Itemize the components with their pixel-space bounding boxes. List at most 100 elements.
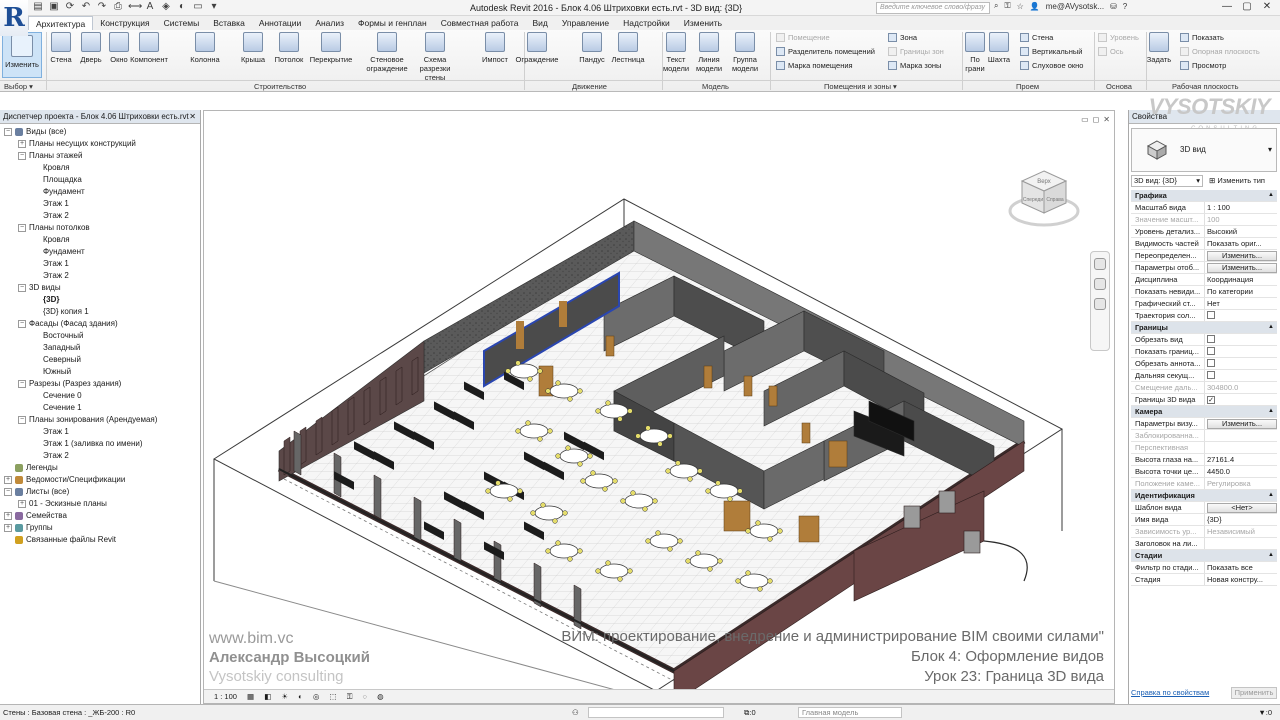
property-checkbox[interactable] [1207,371,1215,379]
tree-node[interactable]: Этаж 1 [0,258,200,270]
collapse-icon[interactable]: − [18,415,26,424]
edit-property-button[interactable]: Изменить... [1207,251,1277,261]
open-icon[interactable]: ▤ [32,1,44,13]
collapse-icon[interactable]: − [4,127,12,136]
tree-node[interactable]: − Планы зонирования (Арендуемая) [0,414,200,426]
tree-node[interactable]: − Планы этажей [0,150,200,162]
rooms_col2-item-1[interactable]: Границы зон [888,47,944,56]
tree-node[interactable]: Этаж 1 (заливка по имени) [0,438,200,450]
ribbon-button-10[interactable]: Импост [472,32,518,64]
ribbon-button-4[interactable]: Колонна [182,32,228,64]
tree-node[interactable]: + Ведомости/Спецификации [0,474,200,486]
tree-node[interactable]: − Разрезы (Разрез здания) [0,378,200,390]
workplane_col-item-2[interactable]: Просмотр [1180,61,1260,70]
expand-icon[interactable]: + [4,475,12,484]
reveal-hidden-icon[interactable]: ◍ [377,692,384,701]
tab-4[interactable]: Аннотации [252,16,309,30]
tree-node[interactable]: Легенды [0,462,200,474]
rooms_col1-item-1[interactable]: Разделитель помещений [776,47,875,56]
collapse-icon[interactable]: − [18,151,26,160]
ribbon-button-6[interactable]: Потолок [266,32,312,64]
collapse-icon[interactable]: ▲ [1268,322,1277,333]
orbit-icon[interactable] [1094,298,1106,310]
print-icon[interactable]: ⎙ [112,1,124,13]
sun-path-icon[interactable]: ☀ [281,692,288,701]
rooms_col2-item-0[interactable]: Зона [888,33,944,42]
property-group[interactable]: Стадии ▲ [1131,550,1277,562]
collapse-icon[interactable]: − [18,223,26,232]
tree-node[interactable]: −3D виды [0,282,200,294]
tree-node[interactable]: +01 - Эскизные планы [0,498,200,510]
ribbon-button-13[interactable]: Лестница [605,32,651,64]
tree-node[interactable]: Сечение 0 [0,390,200,402]
shadows-icon[interactable]: ◐ [298,692,303,701]
zoom-icon[interactable] [1094,278,1106,290]
sync-icon[interactable]: ⟳ [64,1,76,13]
tab-5[interactable]: Анализ [308,16,351,30]
tree-node[interactable]: Этаж 1 [0,198,200,210]
cart-icon[interactable]: ⛁ [1110,2,1117,11]
ribbon-button-8[interactable]: Стеновое ограждение [364,32,410,73]
panel-label-2[interactable]: Движение [572,81,607,92]
expand-icon[interactable]: + [18,499,26,508]
tab-3[interactable]: Вставка [206,16,252,30]
tree-node[interactable]: Западный [0,342,200,354]
tab-10[interactable]: Надстройки [616,16,677,30]
qat-dropdown-icon[interactable]: ▾ [208,1,220,13]
rooms_col2-item-2[interactable]: Марка зоны [888,61,944,70]
property-checkbox[interactable] [1207,359,1215,367]
edit-property-button[interactable]: <Нет> [1207,503,1277,513]
ribbon-button-9[interactable]: Схема разрезки стены [412,32,458,82]
property-checkbox[interactable]: ✓ [1207,396,1215,404]
panel-label-6[interactable]: Основа [1106,81,1132,92]
star-icon[interactable]: ☆ [1017,2,1024,11]
steering-wheel-icon[interactable] [1094,258,1106,270]
edit-property-button[interactable]: Изменить... [1207,263,1277,273]
close-icon[interactable]: ✕ [189,110,196,124]
view-scale[interactable]: 1 : 100 [214,692,237,701]
tree-node[interactable]: Восточный [0,330,200,342]
opening_col-item-1[interactable]: Вертикальный [1020,47,1083,56]
expand-icon[interactable]: + [4,511,12,520]
panel-label-7[interactable]: Рабочая плоскость [1172,81,1239,92]
maximize-icon[interactable]: ▢ [1238,0,1256,14]
panel-label-3[interactable]: Модель [702,81,729,92]
panel-label-4[interactable]: Помещения и зоны ▾ [824,81,897,92]
modify-button[interactable]: Изменить [2,32,42,78]
help-search-input[interactable]: Введите ключевое слово/фразу [876,2,990,14]
tree-node[interactable]: Фундамент [0,246,200,258]
measure-icon[interactable]: ⟷ [128,1,142,13]
render-icon[interactable]: ◎ [313,692,320,701]
collapse-icon[interactable]: ▲ [1268,490,1277,501]
workplane_col-item-0[interactable]: Показать [1180,33,1260,42]
property-group[interactable]: Графика ▲ [1131,190,1277,202]
tree-node[interactable]: Этаж 2 [0,450,200,462]
tree-node[interactable]: Северный [0,354,200,366]
ribbon-button-18[interactable]: Шахта [976,32,1022,64]
expand-icon[interactable]: + [18,139,26,148]
revit-app-button[interactable]: R [0,0,28,36]
tree-node[interactable]: Связанные файлы Revit [0,534,200,546]
save-icon[interactable]: ▣ [48,1,60,13]
panel-label-0[interactable]: Выбор ▾ [4,81,33,92]
tab-11[interactable]: Изменить [677,16,729,30]
opening_col-item-0[interactable]: Стена [1020,33,1083,42]
section-icon[interactable]: ◐ [176,1,188,13]
selection-filter[interactable]: ▼:0 [1258,705,1272,720]
rooms_col1-item-2[interactable]: Марка помещения [776,61,875,70]
property-checkbox[interactable] [1207,335,1215,343]
tab-8[interactable]: Вид [525,16,554,30]
search-icon[interactable]: ⌕ [994,1,998,11]
type-selector[interactable]: 3D вид ▾ [1131,128,1277,172]
detail-level-icon[interactable]: ▦ [247,692,254,701]
tab-2[interactable]: Системы [157,16,207,30]
collapse-icon[interactable]: − [18,379,26,388]
redo-icon[interactable]: ↷ [96,1,108,13]
collapse-icon[interactable]: ▲ [1268,190,1277,201]
tree-node[interactable]: Площадка [0,174,200,186]
tab-6[interactable]: Формы и генплан [351,16,434,30]
tab-9[interactable]: Управление [555,16,616,30]
building-model[interactable] [204,111,1114,691]
panel-label-1[interactable]: Строительство [254,81,306,92]
collapse-icon[interactable]: − [18,319,26,328]
